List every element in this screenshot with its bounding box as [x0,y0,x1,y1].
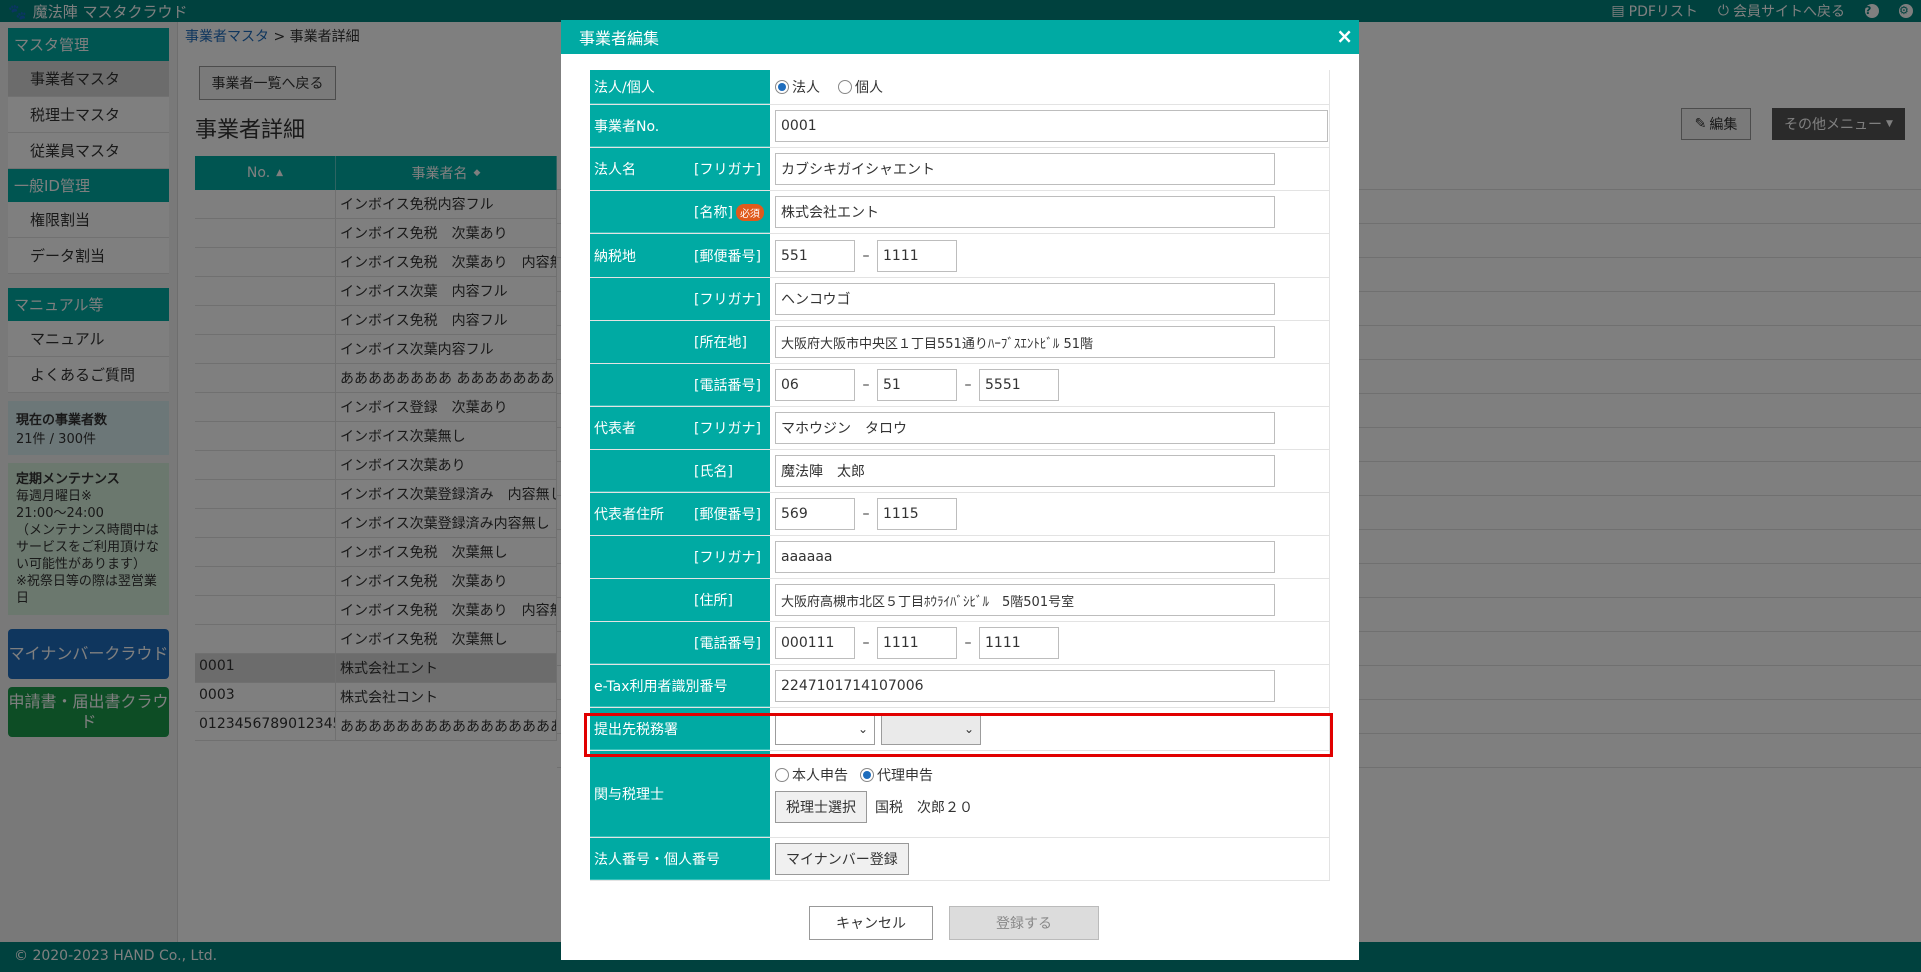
rep-zip-sublabel: [郵便番号] [694,507,761,523]
modal-title: 事業者編集 [579,29,660,48]
tax-zip-sublabel: [郵便番号] [694,248,761,265]
radio-unchecked-icon [838,80,852,94]
tax-zip2-input[interactable]: 1111 [877,239,957,272]
business-edit-modal: 事業者編集 × 法人/個人 法人 個人 事業者No. 0001 法人名 [フリガナ… [561,20,1359,960]
representative-label: 代表者 [594,421,636,437]
rep-name-input[interactable]: 魔法陣 太郎 [775,455,1275,487]
tax-tel3-input[interactable]: 5551 [979,369,1059,401]
mynumber-register-button[interactable]: マイナンバー登録 [775,843,909,875]
rep-addr-kana-sublabel: [フリガナ] [694,550,761,566]
type-label: 法人/個人 [594,79,655,96]
select-accountant-button[interactable]: 税理士選択 [775,791,867,823]
corp-number-label: 法人番号・個人番号 [594,851,720,868]
tax-tel-sublabel: [電話番号] [694,377,761,394]
business-no-label: 事業者No. [594,118,660,135]
rep-tel1-input[interactable]: 000111 [775,627,855,659]
edit-form: 法人/個人 法人 個人 事業者No. 0001 法人名 [フリガナ] カブシキガイ… [590,70,1330,881]
accountant-label: 関与税理士 [594,786,664,803]
radio-checked-icon [860,768,874,782]
rep-name-sublabel: [氏名] [694,463,733,480]
corp-name-input[interactable]: 株式会社エント [775,196,1275,228]
filing-radio-proxy[interactable]: 代理申告 [860,765,933,785]
type-radio-corporate[interactable]: 法人 [775,77,820,97]
radio-checked-icon [775,80,789,94]
tax-address-input[interactable]: 大阪府大阪市中央区１丁目551通りﾊｰﾌﾞｽｴﾝﾄﾋﾞﾙ 51階 [775,326,1275,358]
tax-kana-input[interactable]: ヘンコウゴ [775,283,1275,315]
etax-input[interactable]: 2247101714107006 [775,670,1275,702]
corp-name-sublabel: [名称] 必須 [694,202,764,222]
tax-zip1-input[interactable]: 551 [775,239,855,272]
rep-addr-input[interactable]: 大阪府高槻市北区５丁目ﾎｳﾗｲﾊﾞｼﾋﾞﾙ 5階501号室 [775,584,1275,616]
rep-kana-input[interactable]: マホウジン タロウ [775,412,1275,444]
corp-name-label: 法人名 [594,162,636,178]
tax-tel2-input[interactable]: 51 [877,369,957,401]
rep-zip1-input[interactable]: 569 [775,498,855,530]
corp-kana-input[interactable]: カブシキガイシャエント [775,153,1275,185]
tax-address-sublabel: [所在地] [694,335,747,351]
etax-label: e-Tax利用者識別番号 [594,678,728,695]
rep-address-label: 代表者住所 [594,507,664,523]
close-icon[interactable]: × [1336,24,1353,48]
radio-unchecked-icon [775,768,789,782]
required-badge: 必須 [735,203,764,221]
accountant-name: 国税 次郎２０ [875,800,973,816]
rep-zip2-input[interactable]: 1115 [877,498,957,530]
tax-place-label: 納税地 [594,248,636,265]
modal-header: 事業者編集 × [561,20,1359,54]
rep-kana-sublabel: [フリガナ] [694,421,761,437]
rep-tel3-input[interactable]: 1111 [979,627,1059,659]
tax-kana-sublabel: [フリガナ] [694,292,761,308]
rep-tel2-input[interactable]: 1111 [877,627,957,659]
corp-kana-sublabel: [フリガナ] [694,162,761,178]
cancel-button[interactable]: キャンセル [809,906,933,940]
tax-tel1-input[interactable]: 06 [775,369,855,401]
submit-button[interactable]: 登録する [949,906,1099,940]
rep-addr-kana-input[interactable]: aaaaaa [775,541,1275,573]
business-no-input[interactable]: 0001 [775,110,1328,142]
rep-tel-sublabel: [電話番号] [694,635,761,652]
type-radio-individual[interactable]: 個人 [838,77,883,97]
highlight-box [584,713,1333,757]
filing-radio-self[interactable]: 本人申告 [775,765,848,785]
rep-addr-sublabel: [住所] [694,593,733,609]
